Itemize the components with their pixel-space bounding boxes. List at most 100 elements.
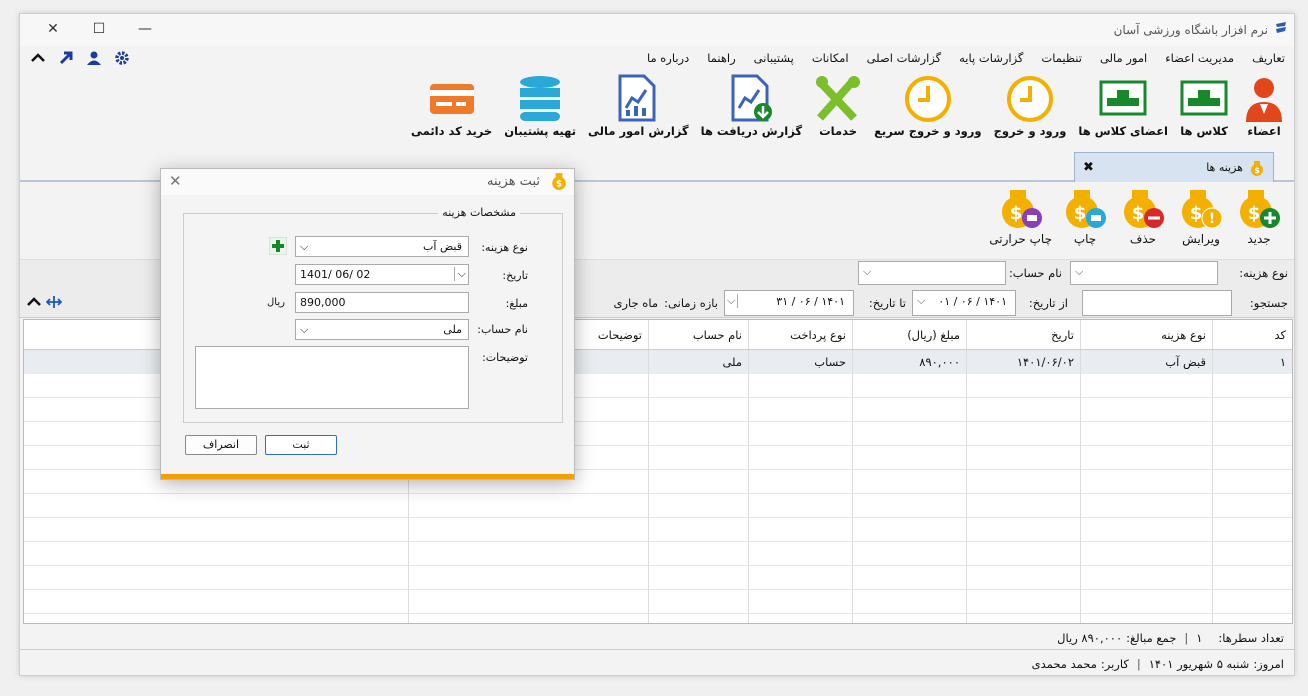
minimize-window-button[interactable]: — <box>122 18 168 40</box>
ribbon-quick-checkin[interactable]: ورود و خروج سریع <box>874 74 982 144</box>
ribbon-buy-license[interactable]: خرید کد دائمی <box>411 74 492 144</box>
menu-support[interactable]: پشتیبانی <box>745 51 803 65</box>
group-title: مشخصات هزینه <box>438 206 520 219</box>
grid-empty-row <box>24 542 1292 566</box>
menu-basic-reports[interactable]: گزارشات پایه <box>950 51 1032 65</box>
svg-text:$: $ <box>1190 203 1203 224</box>
menu-features[interactable]: امکانات <box>803 51 858 65</box>
close-tab-button[interactable]: ✖ <box>1083 160 1094 175</box>
period-value[interactable]: ماه جاری <box>613 296 658 310</box>
cancel-button[interactable]: انصراف <box>185 435 257 455</box>
chevron-down-icon: ⌵ <box>300 240 309 253</box>
credit-card-icon <box>429 84 474 114</box>
ribbon-receipt-report[interactable]: گزارش دریافت ها <box>701 74 802 144</box>
dialog-accent-bar <box>161 474 574 479</box>
edit-button[interactable]: $! ویرایش <box>1176 186 1226 259</box>
menu-finance[interactable]: امور مالی <box>1091 51 1156 65</box>
description-textarea[interactable] <box>195 346 469 409</box>
gear-icon[interactable] <box>114 50 130 66</box>
separator: | <box>1184 630 1189 645</box>
dialog-title: ثبت هزینه <box>487 174 540 189</box>
cell-amount: ۸۹۰,۰۰۰ <box>852 350 966 374</box>
svg-text:$: $ <box>1009 203 1022 224</box>
collapse-filter-icon[interactable] <box>26 294 42 310</box>
account-label: نام حساب: <box>477 323 528 336</box>
to-date-label: تا تاریخ: <box>868 296 906 310</box>
column-header-cost-type[interactable]: نوع هزینه <box>1080 320 1212 349</box>
menu-help[interactable]: راهنما <box>698 51 744 65</box>
menu-definitions[interactable]: تعاریف <box>1243 51 1294 65</box>
column-header-code[interactable]: کد <box>1212 320 1292 349</box>
print-button[interactable]: $ چاپ <box>1060 186 1110 259</box>
ribbon-services[interactable]: خدمات <box>814 74 862 144</box>
receipt-report-icon <box>731 74 773 122</box>
chevron-down-icon: ⌵ <box>863 265 872 278</box>
collapse-ribbon-icon[interactable] <box>30 50 46 66</box>
grid-column-divider <box>748 374 749 623</box>
cost-type-filter-select[interactable]: ⌵ <box>1070 261 1218 285</box>
search-input[interactable] <box>1082 290 1232 316</box>
clock-icon <box>1007 76 1053 122</box>
class-members-icon <box>1099 80 1147 116</box>
chevron-down-icon: ⌵ <box>727 294 739 308</box>
user-icon[interactable] <box>86 50 102 66</box>
date-picker[interactable]: 1401/ 06/ 02 ⌵ <box>295 264 469 285</box>
money-bag-icon: $ <box>1251 160 1263 176</box>
row-count-value: ۱ <box>1196 630 1203 645</box>
delete-button[interactable]: $ حذف <box>1118 186 1168 259</box>
ribbon-backup[interactable]: تهیه پشتیبان <box>504 74 576 144</box>
account-select[interactable]: ملی ⌵ <box>295 319 469 340</box>
svg-text:$: $ <box>1248 203 1261 224</box>
ribbon-classes[interactable]: کلاس ها <box>1180 74 1228 144</box>
grid-column-divider <box>648 374 649 623</box>
delete-icon: $ <box>1124 190 1164 228</box>
close-icon[interactable]: ✕ <box>169 172 182 190</box>
account-filter-select[interactable]: ⌵ <box>858 261 1006 285</box>
column-header-account[interactable]: نام حساب <box>648 320 748 349</box>
description-label: توضیحات: <box>482 351 528 364</box>
to-date-picker[interactable]: ۱۴۰۱ / ۰۶ / ۳۱ ⌵ <box>724 290 854 316</box>
add-cost-type-icon[interactable] <box>269 237 287 255</box>
member-icon <box>1246 78 1282 122</box>
amount-label: مبلغ: <box>505 297 528 310</box>
grid-column-divider <box>852 374 853 623</box>
column-header-date[interactable]: تاریخ <box>966 320 1080 349</box>
resize-horizontal-icon[interactable] <box>46 294 62 310</box>
cost-type-select[interactable]: قبض آب ⌵ <box>295 236 469 257</box>
chevron-down-icon: ⌵ <box>453 267 466 281</box>
add-icon: $ <box>1240 190 1280 228</box>
svg-text:$: $ <box>1254 166 1260 175</box>
column-header-payment-type[interactable]: نوع پرداخت <box>748 320 852 349</box>
chevron-down-icon: ⌵ <box>1075 265 1084 278</box>
open-arrow-icon[interactable] <box>58 50 74 66</box>
ribbon-checkin[interactable]: ورود و خروج <box>994 74 1066 144</box>
period-label: بازه زمانی: <box>664 296 718 310</box>
ribbon-finance-report[interactable]: گزارش امور مالی <box>588 74 689 144</box>
print-icon: $ <box>1066 190 1106 228</box>
from-date-label: از تاریخ: <box>1028 296 1068 310</box>
menu-members[interactable]: مدیریت اعضاء <box>1156 51 1243 65</box>
ribbon-class-members[interactable]: اعضای کلاس ها <box>1078 74 1168 144</box>
dialog-title-bar: $ ثبت هزینه ✕ <box>161 169 574 195</box>
tab-expenses[interactable]: $ هزینه ها ✖ <box>1074 152 1274 182</box>
today-value: شنبه ۵ شهریور ۱۴۰۱ <box>1148 657 1250 671</box>
new-button[interactable]: $ جدید <box>1234 186 1284 259</box>
close-window-button[interactable]: ✕ <box>30 18 76 40</box>
menu-bar: تعاریف مدیریت اعضاء امور مالی تنظیمات گز… <box>638 46 1294 70</box>
ribbon-members[interactable]: اعضاء <box>1240 74 1288 144</box>
save-button[interactable]: ثبت <box>265 435 337 455</box>
menu-main-reports[interactable]: گزارشات اصلی <box>858 51 951 65</box>
status-bar: امروز: شنبه ۵ شهریور ۱۴۰۱ | کاربر: محمد … <box>20 651 1294 675</box>
cell-cost-type: قبض آب <box>1080 350 1212 374</box>
add-expense-dialog: $ ثبت هزینه ✕ مشخصات هزینه نوع هزینه: قب… <box>160 168 575 480</box>
maximize-window-button[interactable]: ☐ <box>76 18 122 40</box>
menu-about[interactable]: درباره ما <box>638 51 698 65</box>
amount-input[interactable]: 890,000 <box>295 292 469 313</box>
column-header-amount[interactable]: مبلغ (ریال) <box>852 320 966 349</box>
menu-settings[interactable]: تنظیمات <box>1032 51 1091 65</box>
thermal-print-button[interactable]: $ چاپ حرارتی <box>989 186 1052 259</box>
from-date-picker[interactable]: ۱۴۰۱ / ۰۶ / ۰۱ ⌵ <box>912 290 1016 316</box>
window-controls: ✕ ☐ — <box>30 18 168 40</box>
title-bar: نرم افزار باشگاه ورزشی آسان ✕ ☐ — <box>20 14 1294 46</box>
tools-icon <box>816 76 861 121</box>
